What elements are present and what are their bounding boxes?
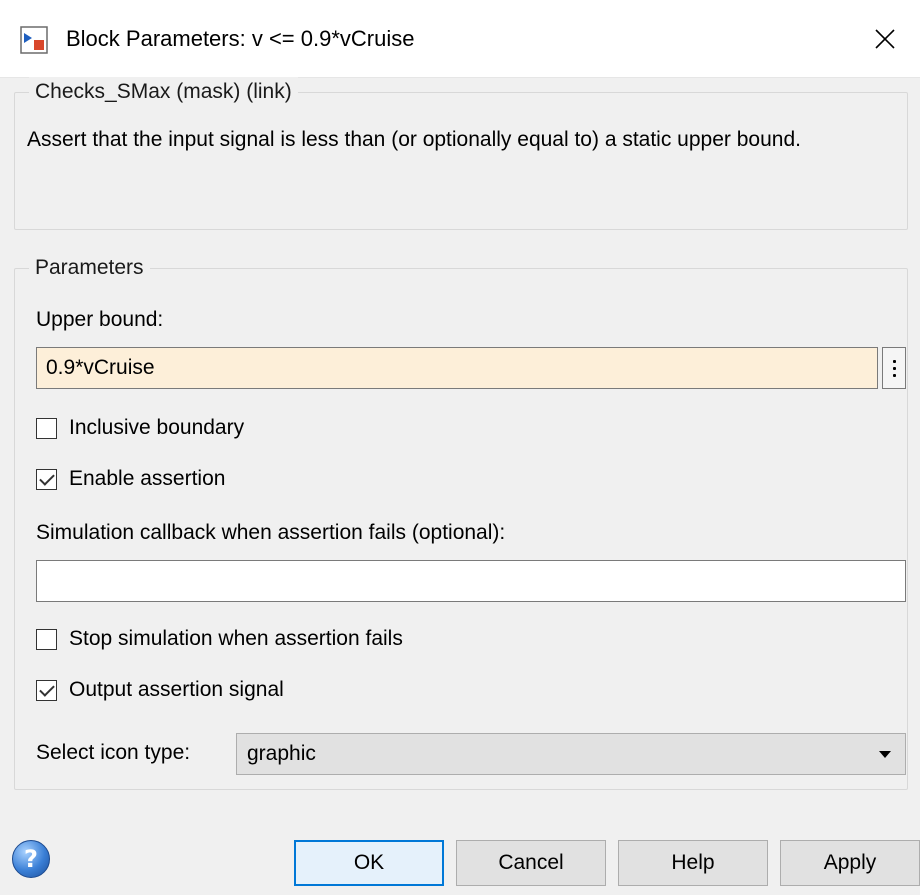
close-icon [875,29,895,49]
help-icon[interactable]: ? [12,840,50,878]
enable-assertion-label: Enable assertion [69,467,226,490]
inclusive-boundary-option[interactable]: Inclusive boundary [36,413,244,443]
stop-simulation-option[interactable]: Stop simulation when assertion fails [36,624,403,654]
cancel-button[interactable]: Cancel [456,840,606,886]
upper-bound-label: Upper bound: [36,308,164,331]
stop-simulation-checkbox[interactable] [36,628,57,650]
window-title: Block Parameters: v <= 0.9*vCruise [66,26,415,51]
parameters-group-title: Parameters [29,253,150,283]
description-text: Assert that the input signal is less tha… [27,128,801,151]
description-group-title: Checks_SMax (mask) (link) [29,77,298,107]
apply-button[interactable]: Apply [780,840,920,886]
close-button[interactable] [850,0,920,78]
output-assertion-signal-checkbox[interactable] [36,679,57,701]
upper-bound-input[interactable] [36,347,878,389]
icon-type-value: graphic [247,742,316,765]
stop-simulation-label: Stop simulation when assertion fails [69,627,403,650]
inclusive-boundary-label: Inclusive boundary [69,416,245,439]
more-options-button[interactable] [882,347,906,389]
output-assertion-signal-label: Output assertion signal [69,678,284,701]
icon-type-select[interactable]: graphic [236,733,906,775]
icon-type-label: Select icon type: [36,741,191,764]
title-bar: Block Parameters: v <= 0.9*vCruise [0,0,920,78]
vertical-ellipsis-icon [892,358,896,379]
callback-input[interactable] [36,560,906,602]
output-assertion-signal-option[interactable]: Output assertion signal [36,675,284,705]
inclusive-boundary-checkbox[interactable] [36,417,57,439]
help-button[interactable]: Help [618,840,768,886]
callback-label: Simulation callback when assertion fails… [36,521,506,544]
description-group: Checks_SMax (mask) (link) Assert that th… [14,77,908,230]
enable-assertion-checkbox[interactable] [36,468,57,490]
simulink-block-icon [20,26,48,54]
dropdown-arrow-icon [879,751,891,758]
ok-button[interactable]: OK [294,840,444,886]
enable-assertion-option[interactable]: Enable assertion [36,464,225,494]
